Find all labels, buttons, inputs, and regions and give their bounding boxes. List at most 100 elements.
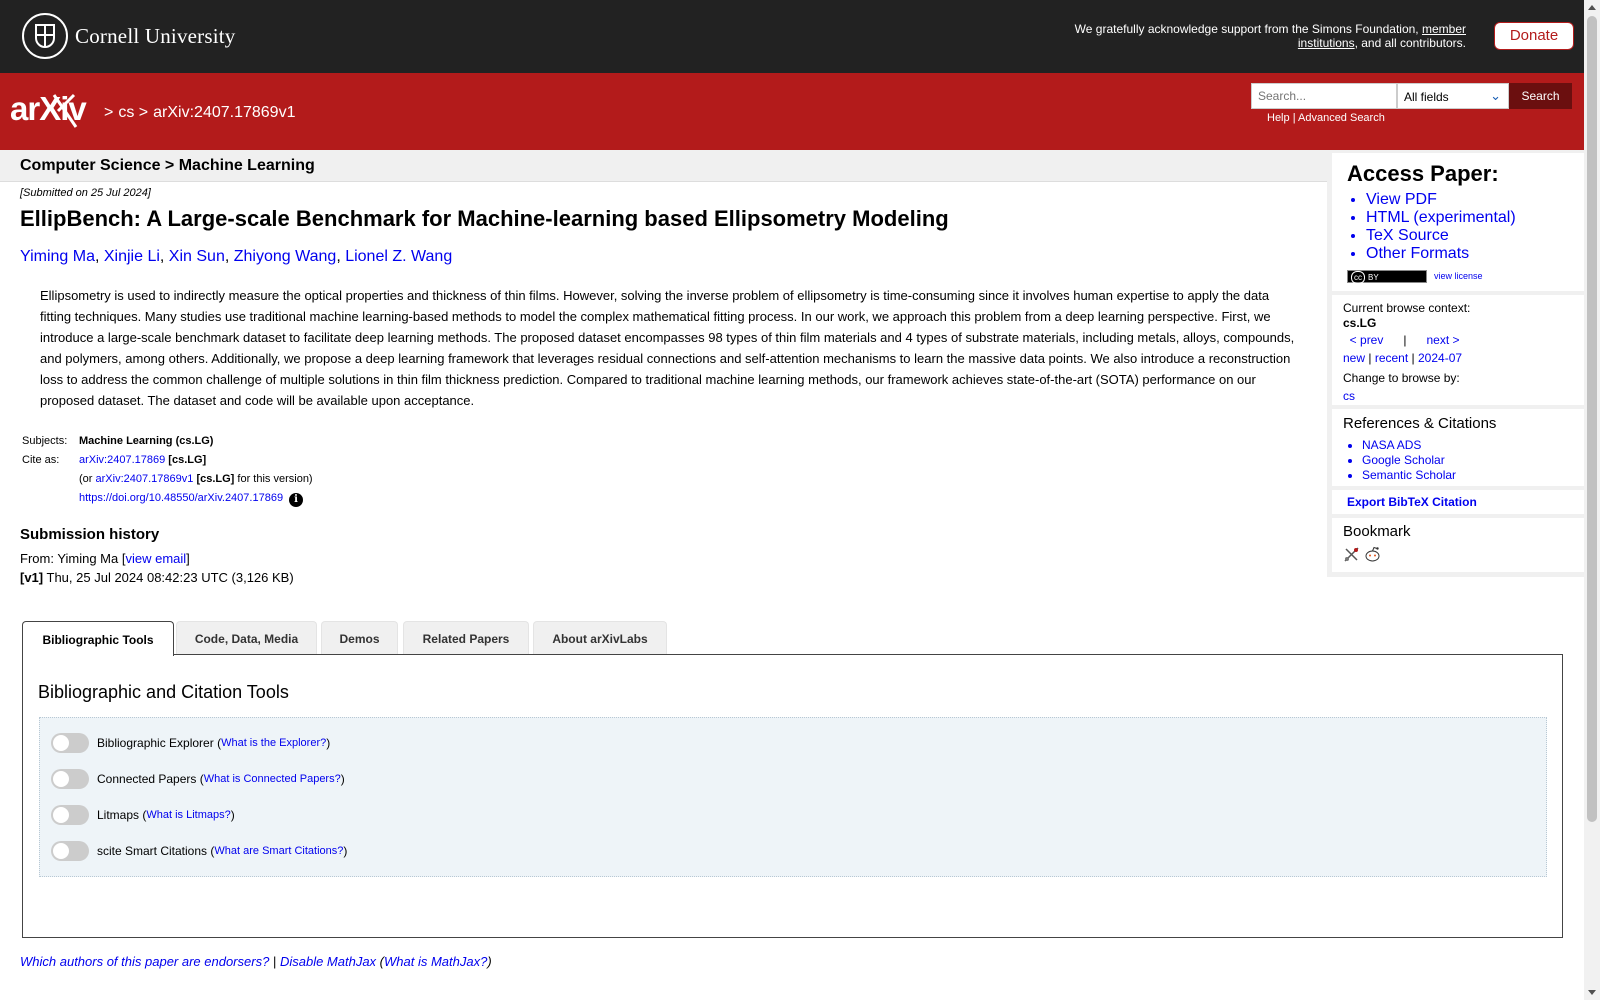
references-box: References & Citations NASA ADS Google S… — [1332, 409, 1584, 486]
references-title: References & Citations — [1343, 415, 1497, 432]
semantic-scholar-link[interactable]: Semantic Scholar — [1362, 468, 1456, 482]
breadcrumb: > cs > arXiv:2407.17869v1 — [104, 104, 296, 121]
author-link[interactable]: Lionel Z. Wang — [345, 248, 452, 265]
recent-link[interactable]: recent — [1375, 351, 1408, 365]
export-bibtex-link[interactable]: Export BibTeX Citation — [1347, 495, 1477, 509]
tab-panel: Bibliographic and Citation Tools Bibliog… — [22, 654, 1563, 938]
advanced-search-link[interactable]: Advanced Search — [1298, 112, 1385, 124]
panel-title: Bibliographic and Citation Tools — [38, 682, 289, 702]
search-button[interactable]: Search — [1509, 83, 1572, 109]
breadcrumb-paper-id: arXiv:2407.17869v1 — [153, 104, 296, 121]
abstract: Ellipsometry is used to indirectly measu… — [40, 288, 1295, 408]
view-pdf-link[interactable]: View PDF — [1366, 191, 1437, 208]
cc-by-license-badge[interactable]: cc BY — [1347, 270, 1427, 284]
paper-title: EllipBench: A Large-scale Benchmark for … — [20, 206, 949, 231]
subjects-value: Machine Learning (cs.LG) — [79, 435, 214, 447]
tab-demos[interactable]: Demos — [321, 621, 398, 655]
info-icon[interactable]: i — [289, 493, 304, 507]
author-link[interactable]: Yiming Ma — [20, 248, 95, 265]
endorsers-link[interactable]: Which authors of this paper are endorser… — [20, 954, 269, 969]
sidebar: Access Paper: View PDF HTML (experimenta… — [1327, 150, 1584, 577]
chevron-down-icon: ⌄ — [1490, 88, 1501, 103]
tool-row-litmaps: Litmaps (What is Litmaps?) — [51, 805, 235, 825]
reddit-icon[interactable] — [1364, 546, 1381, 563]
cornell-header: Cornell University We gratefully acknowl… — [0, 0, 1584, 73]
tool-row-bibliographic-explorer: Bibliographic Explorer (What is the Expl… — [51, 733, 330, 753]
footer-links: Which authors of this paper are endorser… — [20, 954, 492, 969]
page-scrollbar[interactable] — [1584, 0, 1600, 1000]
disable-mathjax-link[interactable]: Disable MathJax — [280, 954, 376, 969]
view-email-link[interactable]: view email — [125, 551, 186, 566]
what-is-connected-papers-link[interactable]: What is Connected Papers? — [204, 773, 341, 785]
tab-code-data-media[interactable]: Code, Data, Media — [176, 621, 317, 655]
search-help-links: Help | Advanced Search — [1267, 112, 1385, 124]
what-is-litmaps-link[interactable]: What is Litmaps? — [146, 809, 230, 821]
tool-row-connected-papers: Connected Papers (What is Connected Pape… — [51, 769, 345, 789]
subject-header: Computer Science > Machine Learning — [0, 150, 1329, 182]
university-name: Cornell University — [75, 23, 236, 48]
scroll-down-icon[interactable] — [1588, 990, 1596, 995]
tool-row-scite: scite Smart Citations (What are Smart Ci… — [51, 841, 347, 861]
search-input[interactable] — [1251, 83, 1397, 109]
prev-link[interactable]: < prev — [1350, 333, 1384, 347]
connected-papers-toggle[interactable] — [51, 769, 89, 789]
new-link[interactable]: new — [1343, 351, 1365, 365]
browse-nav: < prev | next > — [1349, 333, 1460, 347]
bibsonomy-icon[interactable] — [1343, 546, 1360, 563]
browse-context-label: Current browse context: — [1343, 301, 1471, 315]
litmaps-toggle[interactable] — [51, 805, 89, 825]
author-link[interactable]: Xinjie Li — [104, 248, 160, 265]
access-paper-box: Access Paper: View PDF HTML (experimenta… — [1332, 153, 1584, 291]
access-paper-title: Access Paper: — [1347, 161, 1499, 186]
donate-button[interactable]: Donate — [1494, 22, 1574, 50]
author-link[interactable]: Xin Sun — [169, 248, 225, 265]
browse-context-box: Current browse context: cs.LG < prev | nex… — [1332, 295, 1584, 405]
html-link[interactable]: HTML (experimental) — [1366, 209, 1516, 226]
scrollbar-thumb[interactable] — [1587, 16, 1597, 822]
scite-toggle[interactable] — [51, 841, 89, 861]
nasa-ads-link[interactable]: NASA ADS — [1362, 438, 1421, 452]
help-link[interactable]: Help — [1267, 112, 1290, 124]
doi-link[interactable]: https://doi.org/10.48550/arXiv.2407.1786… — [79, 492, 283, 504]
month-link[interactable]: 2024-07 — [1418, 351, 1462, 365]
next-link[interactable]: next > — [1426, 333, 1459, 347]
cornell-seal-icon — [22, 13, 68, 59]
google-scholar-link[interactable]: Google Scholar — [1362, 453, 1445, 467]
cite-id-link[interactable]: arXiv:2407.17869 — [79, 454, 165, 466]
submission-from: From: Yiming Ma [view email] — [20, 551, 190, 566]
view-license-link[interactable]: view license — [1434, 271, 1483, 281]
support-message: We gratefully acknowledge support from t… — [1074, 22, 1466, 50]
author-link[interactable]: Zhiyong Wang — [234, 248, 337, 265]
tex-source-link[interactable]: TeX Source — [1366, 227, 1449, 244]
subject-breadcrumb: Computer Science > Machine Learning — [20, 157, 315, 174]
version-entry: [v1] Thu, 25 Jul 2024 08:42:23 UTC (3,12… — [20, 570, 294, 585]
author-list: Yiming Ma, Xinjie Li, Xin Sun, Zhiyong W… — [20, 248, 453, 265]
browse-context-value: cs.LG — [1343, 316, 1377, 330]
tab-about-arxivlabs[interactable]: About arXivLabs — [533, 621, 667, 655]
arxiv-logo-text: arXiv — [10, 90, 87, 127]
bibliographic-explorer-toggle[interactable] — [51, 733, 89, 753]
cite-version-link[interactable]: arXiv:2407.17869v1 — [96, 473, 194, 485]
what-is-explorer-link[interactable]: What is the Explorer? — [221, 737, 326, 749]
metadata-table: Subjects: Machine Learning (cs.LG) Cite … — [22, 435, 313, 507]
change-browse-label: Change to browse by: — [1343, 371, 1460, 385]
subjects-label: Subjects: — [22, 435, 68, 447]
arxiv-logo[interactable]: arXiv — [10, 89, 102, 131]
browse-lists: new | recent | 2024-07 — [1343, 351, 1463, 365]
bookmark-title: Bookmark — [1343, 523, 1411, 540]
cornell-logo[interactable]: Cornell University — [22, 13, 236, 59]
scroll-up-icon[interactable] — [1588, 5, 1596, 10]
cite-label: Cite as: — [22, 454, 60, 466]
what-are-smart-citations-link[interactable]: What are Smart Citations? — [214, 845, 343, 857]
submission-history-title: Submission history — [20, 526, 160, 543]
tab-related-papers[interactable]: Related Papers — [403, 621, 529, 655]
breadcrumb-cs[interactable]: cs — [118, 104, 134, 121]
other-formats-link[interactable]: Other Formats — [1366, 245, 1469, 262]
tools-list: Bibliographic Explorer (What is the Expl… — [39, 717, 1547, 877]
what-is-mathjax-link[interactable]: What is MathJax? — [384, 954, 487, 969]
export-box: Export BibTeX Citation — [1332, 490, 1584, 514]
browse-cs-link[interactable]: cs — [1343, 389, 1355, 403]
bookmark-box: Bookmark — [1332, 518, 1584, 572]
search-field-select[interactable]: All fields ⌄ — [1397, 83, 1509, 109]
tab-bibliographic-tools[interactable]: Bibliographic Tools — [22, 621, 174, 656]
